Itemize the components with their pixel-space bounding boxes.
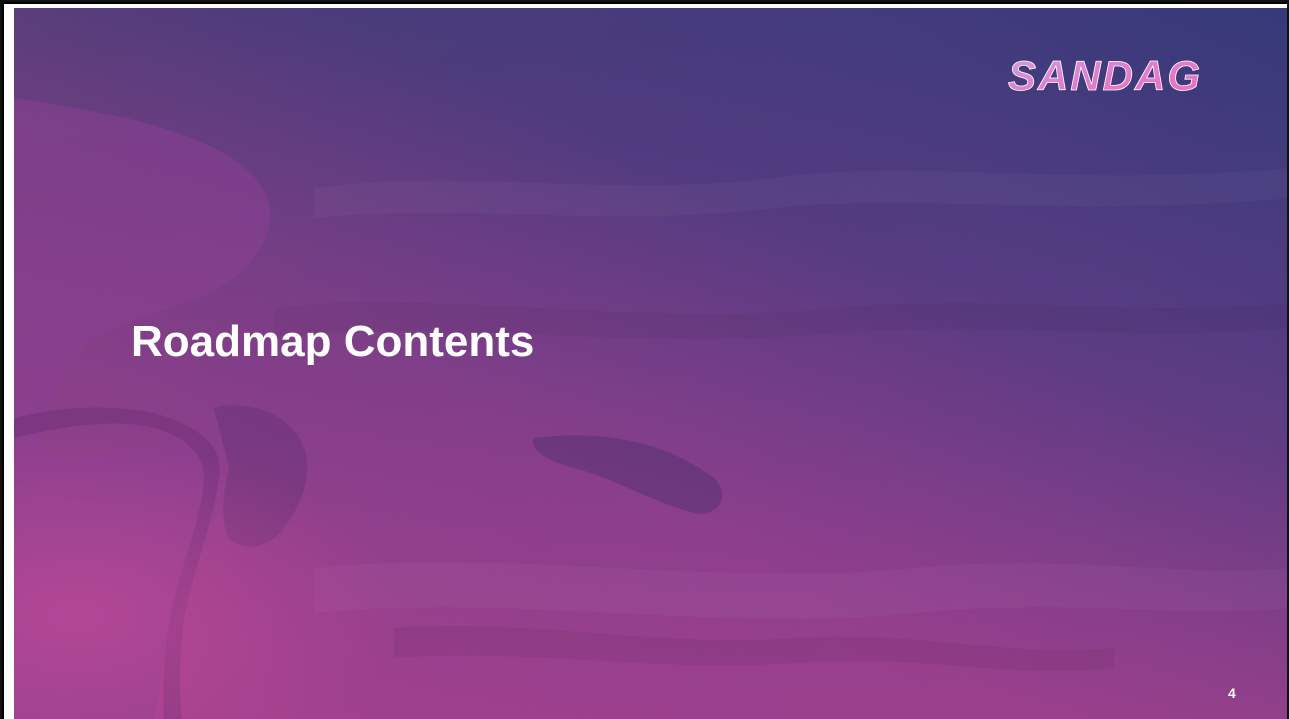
sandag-logo-icon: SANDAG [1008, 52, 1202, 100]
slide-left-border [4, 8, 14, 719]
slide-canvas: SANDAG Roadmap Contents [14, 8, 1287, 719]
slide-window: SANDAG Roadmap Contents 4 [0, 0, 1289, 719]
slide-title: Roadmap Contents [131, 317, 535, 366]
page-number: 4 [1228, 685, 1236, 701]
logo-text: SANDAG [1008, 52, 1202, 99]
